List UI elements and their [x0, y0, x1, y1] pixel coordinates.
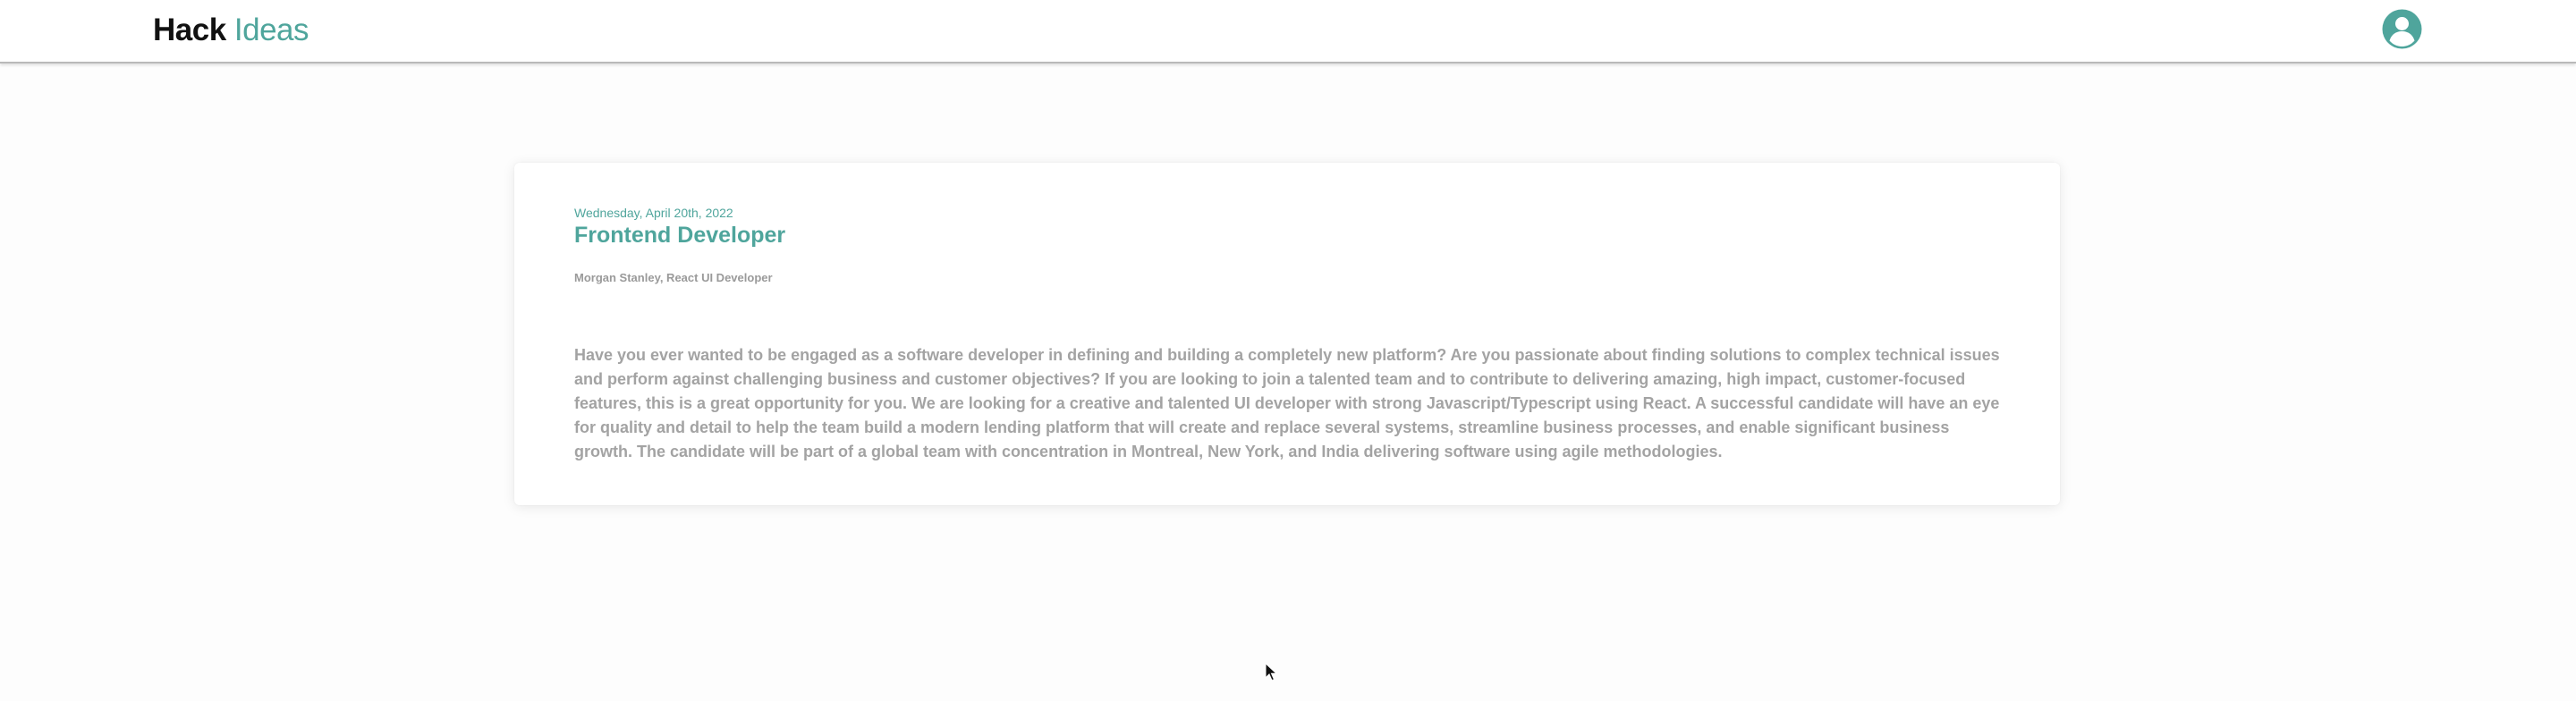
brand-logo[interactable]: Hack Ideas	[153, 11, 309, 50]
brand-secondary-text: Ideas	[233, 13, 309, 47]
post-company: Morgan Stanley, React UI Developer	[574, 271, 773, 284]
post-date: Wednesday, April 20th, 2022	[574, 206, 733, 220]
post-description: Have you ever wanted to be engaged as a …	[574, 346, 2000, 460]
user-avatar-icon[interactable]	[2382, 9, 2422, 49]
top-nav-bar: Hack Ideas	[0, 0, 2576, 63]
post-title: Frontend Developer	[574, 223, 786, 248]
mouse-cursor-icon	[1265, 662, 1278, 682]
idea-card: Wednesday, April 20th, 2022 Frontend Dev…	[514, 163, 2060, 505]
brand-primary-text: Hack	[153, 13, 226, 47]
